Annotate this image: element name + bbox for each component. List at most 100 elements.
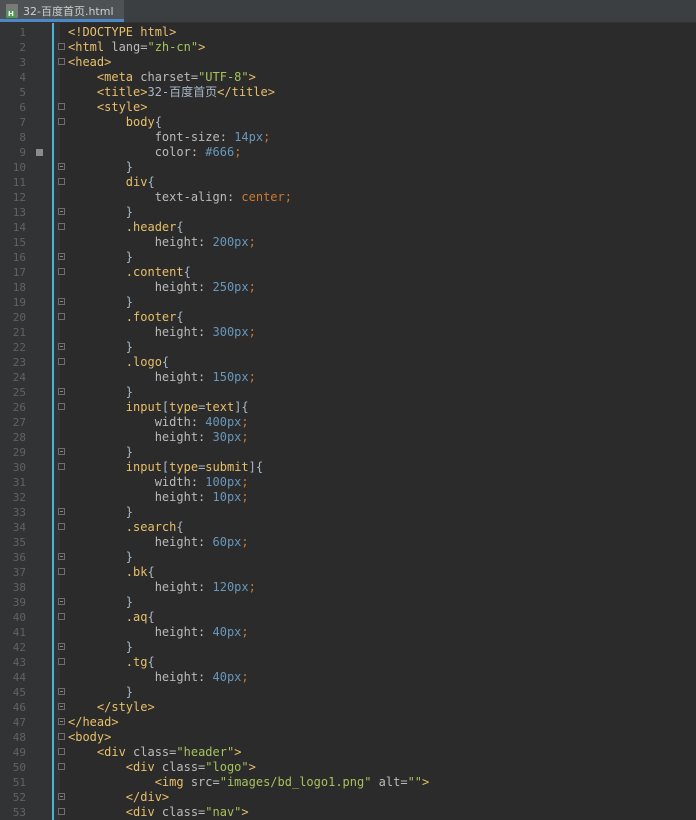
fold-end-icon[interactable] (58, 598, 65, 605)
fold-start-icon[interactable] (58, 733, 65, 740)
fold-end-icon[interactable] (58, 643, 65, 650)
code-line[interactable]: 16 } (0, 250, 696, 265)
code-line[interactable]: 40 .aq{ (0, 610, 696, 625)
fold-start-icon[interactable] (58, 358, 65, 365)
fold-start-icon[interactable] (58, 748, 65, 755)
code-line[interactable]: 31 width: 100px; (0, 475, 696, 490)
code-line[interactable]: 10 } (0, 160, 696, 175)
code-line[interactable]: 28 height: 30px; (0, 430, 696, 445)
fold-end-icon[interactable] (58, 718, 65, 725)
code-line[interactable]: 51 <img src="images/bd_logo1.png" alt=""… (0, 775, 696, 790)
code-line[interactable]: 20 .footer{ (0, 310, 696, 325)
file-tab[interactable]: 32-百度首页.html (0, 0, 124, 22)
code-line[interactable]: 13 } (0, 205, 696, 220)
fold-start-icon[interactable] (58, 763, 65, 770)
code-line[interactable]: 53 <div class="nav"> (0, 805, 696, 820)
code-line[interactable]: 44 height: 40px; (0, 670, 696, 685)
code-line[interactable]: 29 } (0, 445, 696, 460)
fold-end-icon[interactable] (58, 688, 65, 695)
fold-end-icon[interactable] (58, 208, 65, 215)
fold-start-icon[interactable] (58, 58, 65, 65)
code-line[interactable]: 37 .bk{ (0, 565, 696, 580)
code-line[interactable]: 49 <div class="header"> (0, 745, 696, 760)
code-line[interactable]: 36 } (0, 550, 696, 565)
code-line[interactable]: 34 .search{ (0, 520, 696, 535)
fold-end-icon[interactable] (58, 703, 65, 710)
code-line[interactable]: 18 height: 250px; (0, 280, 696, 295)
code-line[interactable]: 27 width: 400px; (0, 415, 696, 430)
code-line[interactable]: 6 <style> (0, 100, 696, 115)
code-line[interactable]: 11 div{ (0, 175, 696, 190)
code-line[interactable]: 23 .logo{ (0, 355, 696, 370)
code-line[interactable]: 5 <title>32-百度首页</title> (0, 85, 696, 100)
code-line[interactable]: 21 height: 300px; (0, 325, 696, 340)
fold-start-icon[interactable] (58, 268, 65, 275)
fold-end-icon[interactable] (58, 553, 65, 560)
code-line[interactable]: 33 } (0, 505, 696, 520)
code-line[interactable]: 19 } (0, 295, 696, 310)
code-token: height: (154, 535, 213, 549)
fold-start-icon[interactable] (58, 178, 65, 185)
code-line[interactable]: 7 body{ (0, 115, 696, 130)
code-line[interactable]: 42 } (0, 640, 696, 655)
line-number: 24 (12, 371, 26, 384)
code-line[interactable]: 14 .header{ (0, 220, 696, 235)
fold-end-icon[interactable] (58, 163, 65, 170)
fold-start-icon[interactable] (58, 118, 65, 125)
fold-start-icon[interactable] (58, 463, 65, 470)
fold-end-icon[interactable] (58, 448, 65, 455)
code-line[interactable]: 41 height: 40px; (0, 625, 696, 640)
code-line[interactable]: 43 .tg{ (0, 655, 696, 670)
code-line[interactable]: 4 <meta charset="UTF-8"> (0, 70, 696, 85)
fold-start-icon[interactable] (58, 568, 65, 575)
fold-start-icon[interactable] (58, 43, 65, 50)
fold-end-icon[interactable] (58, 343, 65, 350)
code-line[interactable]: 45 } (0, 685, 696, 700)
code-line[interactable]: 22 } (0, 340, 696, 355)
code-token: 100px (205, 475, 242, 489)
code-line[interactable]: 26 input[type=text]{ (0, 400, 696, 415)
code-line[interactable]: 30 input[type=submit]{ (0, 460, 696, 475)
fold-end-icon[interactable] (58, 253, 65, 260)
fold-start-icon[interactable] (58, 523, 65, 530)
code-line[interactable]: 9 color: #666; (0, 145, 696, 160)
code-line[interactable]: 32 height: 10px; (0, 490, 696, 505)
fold-start-icon[interactable] (58, 613, 65, 620)
fold-start-icon[interactable] (58, 403, 65, 410)
fold-end-icon[interactable] (58, 793, 65, 800)
code-line[interactable]: 1 <!DOCTYPE html> (0, 25, 696, 40)
code-token: > (234, 745, 242, 759)
fold-start-icon[interactable] (58, 313, 65, 320)
fold-start-icon[interactable] (58, 103, 65, 110)
code-text: width: 100px; (68, 475, 249, 490)
code-line[interactable]: 52 </div> (0, 790, 696, 805)
code-line[interactable]: 24 height: 150px; (0, 370, 696, 385)
code-token: <img (154, 775, 191, 789)
code-line[interactable]: 3 <head> (0, 55, 696, 70)
fold-start-icon[interactable] (58, 808, 65, 815)
code-line[interactable]: 48 <body> (0, 730, 696, 745)
code-line[interactable]: 35 height: 60px; (0, 535, 696, 550)
code-line[interactable]: 17 .content{ (0, 265, 696, 280)
fold-end-icon[interactable] (58, 298, 65, 305)
code-line[interactable]: 15 height: 200px; (0, 235, 696, 250)
code-line[interactable]: 25 } (0, 385, 696, 400)
code-text: height: 200px; (68, 235, 256, 250)
code-line[interactable]: 50 <div class="logo"> (0, 760, 696, 775)
code-line[interactable]: 2 <html lang="zh-cn"> (0, 40, 696, 55)
fold-start-icon[interactable] (58, 223, 65, 230)
breakpoint-marker-icon[interactable] (36, 149, 43, 156)
code-line[interactable]: 8 font-size: 14px; (0, 130, 696, 145)
code-line[interactable]: 12 text-align: center; (0, 190, 696, 205)
code-line[interactable]: 38 height: 120px; (0, 580, 696, 595)
fold-end-icon[interactable] (58, 388, 65, 395)
fold-end-icon[interactable] (58, 508, 65, 515)
code-token: input (125, 400, 162, 414)
code-line[interactable]: 47 </head> (0, 715, 696, 730)
code-text: width: 400px; (68, 415, 249, 430)
code-line[interactable]: 39 } (0, 595, 696, 610)
fold-start-icon[interactable] (58, 658, 65, 665)
code-line[interactable]: 46 </style> (0, 700, 696, 715)
code-editor[interactable]: 1 <!DOCTYPE html> 2 <html lang="zh-cn"> 3 <he… (0, 23, 696, 820)
